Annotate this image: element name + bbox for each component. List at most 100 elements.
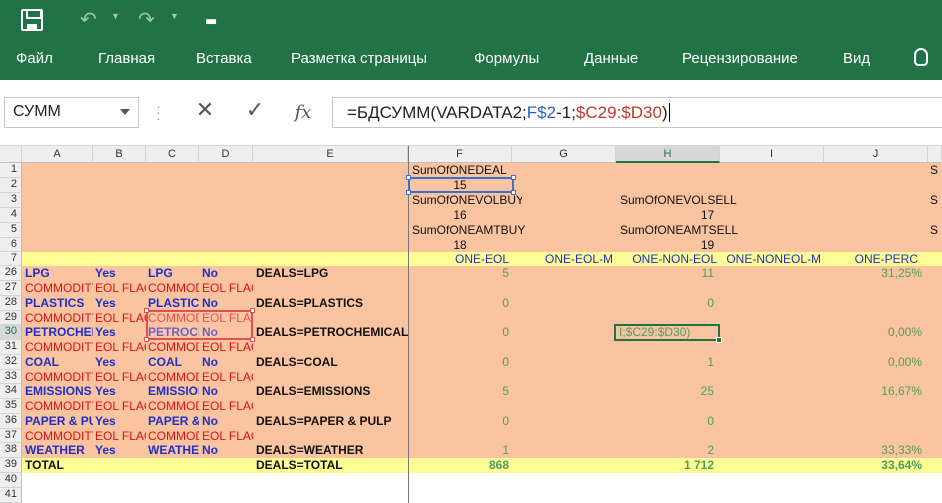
row-header[interactable]: 3 xyxy=(0,193,22,208)
cell-b26[interactable]: Yes xyxy=(95,266,146,280)
cell-c35[interactable]: COMMODITY xyxy=(148,399,199,413)
cell-b33[interactable]: EOL FLAG xyxy=(95,370,146,384)
row-header[interactable]: 4 xyxy=(0,208,22,223)
cell-k3[interactable]: S xyxy=(930,193,942,207)
cell-d27[interactable]: EOL FLAG xyxy=(202,281,253,295)
cell-b36[interactable]: Yes xyxy=(95,414,146,428)
cell-b28[interactable]: Yes xyxy=(95,296,146,310)
customize-icon[interactable]: ▬ xyxy=(205,11,217,33)
cell-h36[interactable]: 0 xyxy=(616,414,714,428)
row-header[interactable]: 2 xyxy=(0,178,22,193)
cell-a38[interactable]: WEATHER xyxy=(25,443,93,457)
reference-highlight-f2[interactable] xyxy=(406,175,516,195)
tab-home[interactable]: Главная xyxy=(98,50,155,67)
cell-h3[interactable]: SumOfONEVOLSELL xyxy=(620,193,750,207)
cell-j7[interactable]: ONE-PERC xyxy=(824,252,918,266)
cell-a39[interactable]: TOTAL xyxy=(25,458,93,472)
cell-g7[interactable]: ONE-EOL-M xyxy=(512,252,613,266)
cell-a28[interactable]: PLASTICS xyxy=(25,296,93,310)
chevron-down-icon[interactable] xyxy=(120,109,130,115)
cell-j32[interactable]: 0,00% xyxy=(824,355,922,369)
cell-a26[interactable]: LPG xyxy=(25,266,93,280)
cell-f1[interactable]: SumOfONEDEAL xyxy=(412,163,512,177)
cell-e39[interactable]: DEALS=TOTAL xyxy=(256,458,408,472)
resize-handle-icon[interactable] xyxy=(511,190,516,195)
cell-f28[interactable]: 0 xyxy=(408,296,509,310)
cell-b29[interactable]: EOL FLAG xyxy=(95,311,146,325)
cell-d31[interactable]: EOL FLAG xyxy=(202,340,253,354)
row-header[interactable]: 27 xyxy=(0,281,22,296)
row-header[interactable]: 41 xyxy=(0,488,22,503)
cell-a37[interactable]: COMMODITY xyxy=(25,429,93,443)
cell-h4[interactable]: 17 xyxy=(620,208,795,222)
row-header[interactable]: 7 xyxy=(0,252,22,266)
row-header[interactable]: 40 xyxy=(0,473,22,488)
cell-h28[interactable]: 0 xyxy=(616,296,714,310)
cell-a30[interactable]: PETROCHEMICAL xyxy=(25,325,93,339)
cell-c28[interactable]: PLASTICS xyxy=(148,296,199,310)
redo-icon[interactable]: ↷ xyxy=(138,8,155,30)
row-header-selected[interactable]: 30 xyxy=(0,325,22,340)
cell-i7[interactable]: ONE-NONEOL-M xyxy=(720,252,821,266)
cell-f38[interactable]: 1 xyxy=(408,443,509,457)
cell-b27[interactable]: EOL FLAG xyxy=(95,281,146,295)
cell-a32[interactable]: COAL xyxy=(25,355,93,369)
row-header[interactable]: 26 xyxy=(0,266,22,281)
cell-d33[interactable]: EOL FLAG xyxy=(202,370,253,384)
row-header[interactable]: 39 xyxy=(0,458,22,473)
cell-a29[interactable]: COMMODITY xyxy=(25,311,93,325)
cell-f30[interactable]: 0 xyxy=(408,325,509,339)
column-header-k[interactable] xyxy=(928,146,942,163)
cell-c37[interactable]: COMMODITY xyxy=(148,429,199,443)
cell-e26[interactable]: DEALS=LPG xyxy=(256,266,408,280)
cell-f39[interactable]: 868 xyxy=(408,458,509,472)
fill-handle-icon[interactable] xyxy=(716,337,722,343)
resize-handle-icon[interactable] xyxy=(250,308,255,313)
tab-insert[interactable]: Вставка xyxy=(196,50,252,67)
cell-c31[interactable]: COMMODITY xyxy=(148,340,199,354)
cell-f34[interactable]: 5 xyxy=(408,384,509,398)
column-header-j[interactable]: J xyxy=(824,146,928,163)
cell-d36[interactable]: No xyxy=(202,414,253,428)
row-header[interactable]: 1 xyxy=(0,163,22,178)
cell-c33[interactable]: COMMODITY xyxy=(148,370,199,384)
cell-b31[interactable]: EOL FLAG xyxy=(95,340,146,354)
cell-h6[interactable]: 19 xyxy=(620,238,795,252)
freeze-pane-divider[interactable] xyxy=(408,146,409,503)
cell-a34[interactable]: EMISSIONS xyxy=(25,384,93,398)
tab-page-layout[interactable]: Разметка страницы xyxy=(291,50,427,67)
select-all-corner[interactable] xyxy=(0,146,22,163)
cell-f36[interactable]: 0 xyxy=(408,414,509,428)
reference-highlight-c29-d30[interactable] xyxy=(144,308,255,342)
column-header-c[interactable]: C xyxy=(146,146,199,163)
cell-c36[interactable]: PAPER & PULP xyxy=(148,414,199,428)
cell-h39[interactable]: 1 712 xyxy=(616,458,714,472)
column-header-g[interactable]: G xyxy=(512,146,616,163)
row-header[interactable]: 33 xyxy=(0,370,22,384)
function-icon[interactable]: fx xyxy=(288,102,318,132)
cell-b30[interactable]: Yes xyxy=(95,325,146,339)
cell-k5[interactable]: S xyxy=(930,223,942,237)
cell-b38[interactable]: Yes xyxy=(95,443,146,457)
cell-j34[interactable]: 16,67% xyxy=(824,384,922,398)
cell-a27[interactable]: COMMODITY xyxy=(25,281,93,295)
row-header[interactable]: 34 xyxy=(0,384,22,399)
cell-a31[interactable]: COMMODITY xyxy=(25,340,93,354)
cell-d26[interactable]: No xyxy=(202,266,253,280)
row-header[interactable]: 37 xyxy=(0,429,22,443)
cell-j38[interactable]: 33,33% xyxy=(824,443,922,457)
column-header-b[interactable]: B xyxy=(93,146,146,163)
cell-h7[interactable]: ONE-NON-EOL xyxy=(616,252,717,266)
cell-f5[interactable]: SumOfONEAMTBUY xyxy=(412,223,532,237)
cell-c27[interactable]: COMMODITY xyxy=(148,281,199,295)
cell-e38[interactable]: DEALS=WEATHER xyxy=(256,443,408,457)
cell-h5[interactable]: SumOfONEAMTSELL xyxy=(620,223,750,237)
resize-handle-icon[interactable] xyxy=(406,175,411,180)
column-header-d[interactable]: D xyxy=(199,146,253,163)
row-header[interactable]: 36 xyxy=(0,414,22,429)
cell-d28[interactable]: No xyxy=(202,296,253,310)
cell-d35[interactable]: EOL FLAG xyxy=(202,399,253,413)
cell-e30[interactable]: DEALS=PETROCHEMICAL xyxy=(256,325,408,339)
column-header-h[interactable]: H xyxy=(616,146,720,163)
formula-input[interactable]: =БДСУММ(VARDATA2;F$2-1;$C29:$D30) xyxy=(332,97,942,128)
